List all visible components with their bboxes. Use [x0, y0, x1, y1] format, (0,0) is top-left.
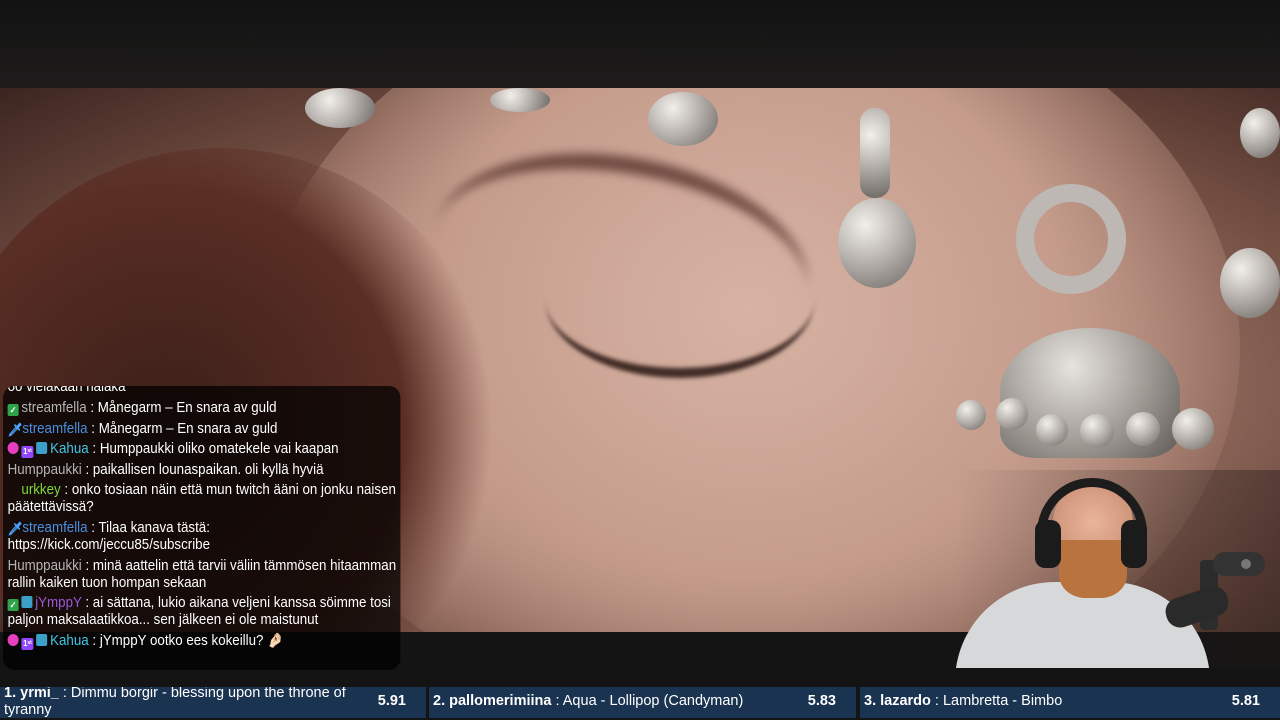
leaderboard-entry-text: 3. lazardo : Lambretta - Bimbo	[864, 693, 1222, 710]
leaderboard-user: lazardo	[880, 693, 931, 709]
leaderboard-entry-1: 1. yrmi_ : Dimmu borgir - blessing upon …	[0, 687, 426, 718]
chat-message: ✓ streamfella : Månegarm – En snara av gu…	[7, 400, 397, 417]
chat-text: Humppaukki oliko omatekele vai kaapan	[99, 441, 339, 458]
chat-separator: :	[87, 519, 99, 536]
chat-text: paikallisen lounaspaikan. oli kyllä hyvi…	[92, 461, 324, 478]
leaderboard-rank: 1.	[4, 687, 17, 701]
sword-badge-icon: 🗡	[7, 520, 23, 536]
chat-username[interactable]: Humppaukki	[8, 462, 82, 478]
chat-message: Humppaukki : minä aattelin että tarvii v…	[8, 558, 397, 592]
leaderboard-score: 5.83	[807, 693, 836, 709]
moderator-badge-icon	[36, 442, 48, 455]
leaderboard-song: Lambretta - Bimbo	[942, 693, 1063, 709]
video-jewel-bead	[956, 400, 986, 430]
video-jewel-bead	[1240, 108, 1280, 158]
chat-separator: :	[87, 420, 99, 437]
moderator-badge-icon	[36, 633, 48, 646]
chat-username[interactable]: streamfella	[22, 520, 87, 536]
video-jewel-bead	[1080, 414, 1114, 448]
headphone-cup-left	[1035, 520, 1061, 568]
video-jewel-bead	[1220, 248, 1280, 318]
video-jewel-bead	[838, 198, 916, 288]
blank-badge-icon	[8, 483, 19, 495]
subscriber-badge-icon: 1ˢᵗ	[21, 446, 34, 459]
chat-username[interactable]: jYmppY	[35, 595, 81, 611]
sword-badge-icon: 🗡	[7, 421, 23, 437]
subscriber-badge-icon: 1ˢᵗ	[21, 637, 34, 650]
leaderboard-score: 5.91	[377, 693, 406, 709]
chat-message: urkkey : onko tosiaan näin että mun twit…	[8, 482, 397, 516]
mic-knob	[1241, 559, 1251, 569]
leaderboard-rank: 2.	[433, 693, 446, 709]
video-jewel-bead	[860, 108, 890, 198]
moderator-badge-icon	[21, 596, 33, 609]
leaderboard-user: pallomerimiina	[449, 693, 552, 709]
verified-badge-icon: ✓	[7, 404, 19, 416]
chat-separator: :	[88, 441, 100, 458]
leaderboard-separator: :	[934, 693, 943, 709]
headphone-cup-right	[1121, 520, 1147, 568]
leaderboard-entry-3: 3. lazardo : Lambretta - Bimbo 5.81	[860, 687, 1280, 718]
chat-username[interactable]: streamfella	[22, 421, 87, 437]
leaderboard-entry-text: 2. pallomerimiina : Aqua - Lollipop (Can…	[433, 693, 798, 710]
chat-overlay: oo vieläkään näläkä ✓ streamfella : Månega…	[3, 386, 401, 670]
chat-message: ✓ jYmppY : ai sättana, lukio aikana velje…	[7, 595, 397, 629]
chat-message: 🗡streamfella : Månegarm – En snara av gu…	[8, 421, 397, 438]
verified-badge-icon: ✓	[7, 599, 19, 612]
chat-message: 1ˢᵗ Kahua : Humppaukki oliko omatekele va…	[7, 441, 397, 459]
chat-text: Månegarm – En snara av guld	[97, 400, 277, 416]
chat-separator: :	[81, 557, 93, 574]
leaderboard-rank: 3.	[864, 693, 877, 709]
video-jewel-bead	[1172, 408, 1214, 450]
mic-mount	[1213, 552, 1265, 576]
chat-message: 🗡streamfella : Tilaa kanava tästä: https…	[8, 520, 397, 554]
webcam-beard-front	[1059, 540, 1127, 598]
gem-badge-icon	[7, 633, 19, 646]
video-jewel-bead	[996, 398, 1028, 430]
chat-separator: :	[88, 632, 100, 649]
chat-separator: :	[60, 482, 72, 499]
leaderboard-separator: :	[62, 687, 71, 701]
chat-username[interactable]: Kahua	[50, 441, 89, 457]
chat-username[interactable]: Humppaukki	[8, 558, 82, 574]
chat-message: Humppaukki : paikallisen lounaspaikan. o…	[8, 462, 397, 479]
top-letterbox	[0, 0, 1280, 88]
chat-separator: :	[81, 595, 93, 612]
video-jewel-bead	[1126, 412, 1160, 446]
leaderboard-entry-text: 1. yrmi_ : Dimmu borgir - blessing upon …	[4, 687, 368, 718]
song-leaderboard: 1. yrmi_ : Dimmu borgir - blessing upon …	[0, 683, 1280, 720]
leaderboard-entry-2: 2. pallomerimiina : Aqua - Lollipop (Can…	[429, 687, 856, 718]
chat-text: oo vieläkään näläkä	[7, 386, 126, 395]
leaderboard-score: 5.81	[1231, 693, 1260, 709]
video-jewel-bead	[490, 88, 550, 112]
chat-username[interactable]: Kahua	[50, 633, 89, 649]
chat-separator: :	[86, 400, 98, 416]
chat-username[interactable]: urkkey	[21, 482, 60, 498]
video-jewel-bead	[305, 88, 375, 128]
video-jewel-ring	[1016, 184, 1126, 294]
video-jewel-bead	[1036, 414, 1068, 446]
leaderboard-song: Aqua - Lollipop (Candyman)	[562, 693, 744, 709]
chat-message: oo vieläkään näläkä	[8, 386, 397, 396]
leaderboard-separator: :	[555, 693, 563, 709]
chat-separator: :	[81, 461, 93, 478]
leaderboard-user: yrmi_	[20, 687, 59, 701]
chat-message-list: oo vieläkään näläkä ✓ streamfella : Månega…	[7, 386, 397, 653]
chat-username[interactable]: streamfella	[21, 400, 86, 416]
video-jewel-bead	[648, 92, 718, 146]
chat-text: jYmppY ootko ees kokeillu? 🤌🏻	[99, 632, 284, 649]
gem-badge-icon	[7, 442, 19, 455]
webcam-overlay	[955, 470, 1280, 668]
chat-text: Månegarm – En snara av guld	[98, 420, 278, 437]
chat-message: 1ˢᵗ Kahua : jYmppY ootko ees kokeillu? 🤌🏻	[7, 632, 397, 650]
